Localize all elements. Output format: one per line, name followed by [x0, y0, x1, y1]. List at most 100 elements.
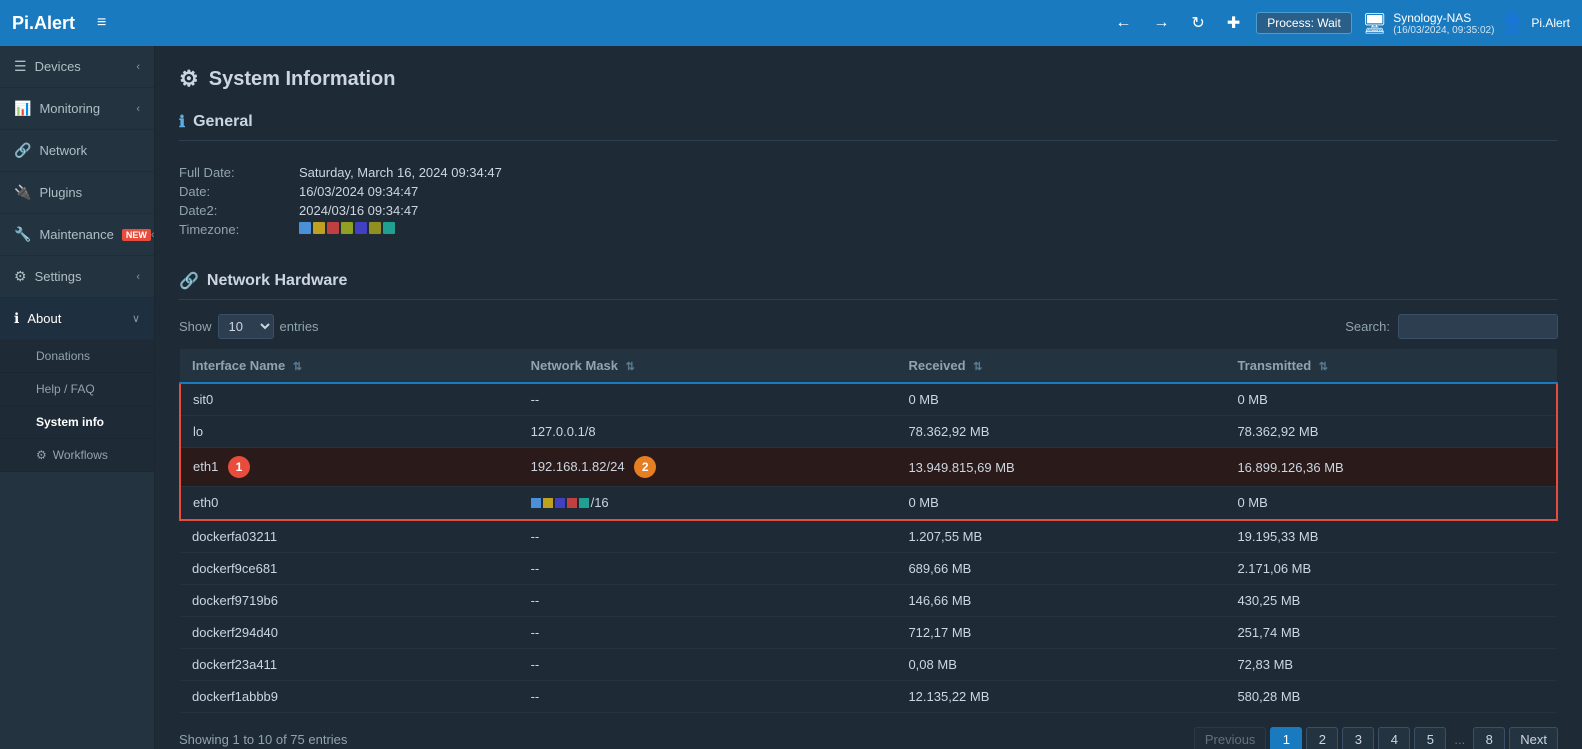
table-wrapper: Interface Name ⇅ Network Mask ⇅ Received…	[179, 349, 1558, 713]
chevron-icon: ‹	[151, 229, 155, 241]
page-1-button[interactable]: 1	[1270, 727, 1302, 749]
refresh-button[interactable]: ↻	[1185, 9, 1210, 37]
tz-block-4	[341, 222, 353, 234]
monitoring-icon: 📊	[14, 100, 31, 117]
cell-interface: eth0	[180, 487, 519, 520]
info-icon: ℹ	[179, 112, 185, 132]
table-row: eth1 1 192.168.1.82/24 2 13.949.815,69 M…	[180, 448, 1557, 487]
help-label: Help / FAQ	[36, 382, 95, 396]
tz-block-1	[299, 222, 311, 234]
sidebar-item-network[interactable]: 🔗 Network	[0, 130, 154, 172]
fulldate-value: Saturday, March 16, 2024 09:34:47	[299, 165, 502, 180]
plugins-icon: 🔌	[14, 184, 31, 201]
previous-button[interactable]: Previous	[1194, 727, 1267, 749]
pagination-buttons: Previous 1 2 3 4 5 ... 8 Next	[1194, 727, 1558, 749]
main-content: ⚙ System Information ℹ General Full Date…	[155, 46, 1582, 749]
sidebar: ☰ Devices ‹ 📊 Monitoring ‹ 🔗 Network 🔌 P…	[0, 46, 155, 749]
page-4-button[interactable]: 4	[1378, 727, 1410, 749]
page-title-text: System Information	[209, 68, 396, 91]
tz-block-7	[383, 222, 395, 234]
sidebar-item-donations[interactable]: Donations	[0, 340, 154, 373]
eth0-block-3	[555, 498, 565, 508]
cell-transmitted: 580,28 MB	[1225, 680, 1557, 712]
cell-interface: dockerf294d40	[180, 616, 519, 648]
navbar-left: Pi.Alert ≡	[12, 10, 112, 36]
cell-mask: 192.168.1.82/24 2	[519, 448, 897, 487]
date-label: Date:	[179, 184, 299, 199]
sidebar-item-plugins[interactable]: 🔌 Plugins	[0, 172, 154, 214]
sort-icon-interface: ⇅	[293, 361, 302, 373]
cell-transmitted: 0 MB	[1225, 383, 1557, 416]
cell-transmitted: 78.362,92 MB	[1225, 416, 1557, 448]
server-time: (16/03/2024, 09:35:02)	[1393, 25, 1494, 36]
table-row: dockerf23a411 -- 0,08 MB 72,83 MB	[180, 648, 1557, 680]
sidebar-item-label: Monitoring	[39, 101, 100, 116]
page-2-button[interactable]: 2	[1306, 727, 1338, 749]
general-section-label: General	[193, 113, 253, 131]
cell-mask: 127.0.0.1/8	[519, 416, 897, 448]
about-icon: ℹ	[14, 310, 19, 327]
brand-logo: Pi.Alert	[12, 13, 75, 34]
table-row: lo 127.0.0.1/8 78.362,92 MB 78.362,92 MB	[180, 416, 1557, 448]
info-row-date: Date: 16/03/2024 09:34:47	[179, 184, 1558, 199]
donations-label: Donations	[36, 349, 90, 363]
table-row: dockerf1abbb9 -- 12.135,22 MB 580,28 MB	[180, 680, 1557, 712]
cell-interface: dockerf23a411	[180, 648, 519, 680]
general-info-grid: Full Date: Saturday, March 16, 2024 09:3…	[179, 155, 1558, 247]
col-transmitted: Transmitted ⇅	[1225, 349, 1557, 383]
back-button[interactable]: ←	[1109, 10, 1137, 36]
cell-transmitted: 0 MB	[1225, 487, 1557, 520]
table-controls: Show 10 25 50 100 entries Search:	[179, 314, 1558, 339]
cell-interface: dockerf1abbb9	[180, 680, 519, 712]
server-icon: 🖥	[1362, 11, 1387, 36]
sidebar-item-system-info[interactable]: System info	[0, 406, 154, 439]
cell-mask: --	[519, 520, 897, 553]
maintenance-icon: 🔧	[14, 226, 31, 243]
cell-received: 0 MB	[896, 487, 1225, 520]
date2-value: 2024/03/16 09:34:47	[299, 203, 418, 218]
page-8-button[interactable]: 8	[1473, 727, 1505, 749]
sidebar-item-label: Maintenance	[39, 227, 113, 242]
table-row: eth0 /16	[180, 487, 1557, 520]
settings-icon: ⚙	[14, 268, 27, 285]
eth0-block-2	[543, 498, 553, 508]
search-row: Search:	[1345, 314, 1558, 339]
page-dots: ...	[1450, 732, 1469, 747]
timezone-label: Timezone:	[179, 222, 299, 237]
server-name: Synology-NAS	[1393, 11, 1494, 25]
sidebar-item-devices[interactable]: ☰ Devices ‹	[0, 46, 154, 88]
page-3-button[interactable]: 3	[1342, 727, 1374, 749]
sidebar-item-label: Network	[39, 143, 87, 158]
sort-icon-transmitted: ⇅	[1319, 361, 1328, 373]
info-row-date2: Date2: 2024/03/16 09:34:47	[179, 203, 1558, 218]
sidebar-item-maintenance[interactable]: 🔧 Maintenance NEW ‹	[0, 214, 154, 256]
crosshair-button[interactable]: ✚	[1221, 9, 1246, 37]
cell-received: 0,08 MB	[896, 648, 1225, 680]
table-header-row: Interface Name ⇅ Network Mask ⇅ Received…	[180, 349, 1557, 383]
sidebar-item-monitoring[interactable]: 📊 Monitoring ‹	[0, 88, 154, 130]
tz-block-3	[327, 222, 339, 234]
forward-button[interactable]: →	[1147, 10, 1175, 36]
hamburger-button[interactable]: ≡	[91, 10, 112, 36]
cell-received: 0 MB	[896, 383, 1225, 416]
next-button[interactable]: Next	[1509, 727, 1558, 749]
show-select[interactable]: 10 25 50 100	[218, 314, 274, 339]
sidebar-item-settings[interactable]: ⚙ Settings ‹	[0, 256, 154, 298]
navbar: Pi.Alert ≡ ← → ↻ ✚ Process: Wait 🖥 Synol…	[0, 0, 1582, 46]
search-input[interactable]	[1398, 314, 1558, 339]
cell-mask: --	[519, 648, 897, 680]
sidebar-item-workflows[interactable]: ⚙ Workflows	[0, 439, 154, 472]
system-info-label: System info	[36, 415, 104, 429]
cell-transmitted: 430,25 MB	[1225, 584, 1557, 616]
cell-mask: /16	[519, 487, 897, 520]
sidebar-item-label: Devices	[35, 59, 81, 74]
col-received: Received ⇅	[896, 349, 1225, 383]
cell-received: 78.362,92 MB	[896, 416, 1225, 448]
cell-mask: --	[519, 584, 897, 616]
sidebar-item-about[interactable]: ℹ About ∨	[0, 298, 154, 340]
navbar-right: ← → ↻ ✚ Process: Wait 🖥 Synology-NAS (16…	[1109, 9, 1570, 37]
sidebar-item-help[interactable]: Help / FAQ	[0, 373, 154, 406]
sidebar-item-label: Plugins	[39, 185, 82, 200]
page-5-button[interactable]: 5	[1414, 727, 1446, 749]
table-row: dockerf9ce681 -- 689,66 MB 2.171,06 MB	[180, 552, 1557, 584]
